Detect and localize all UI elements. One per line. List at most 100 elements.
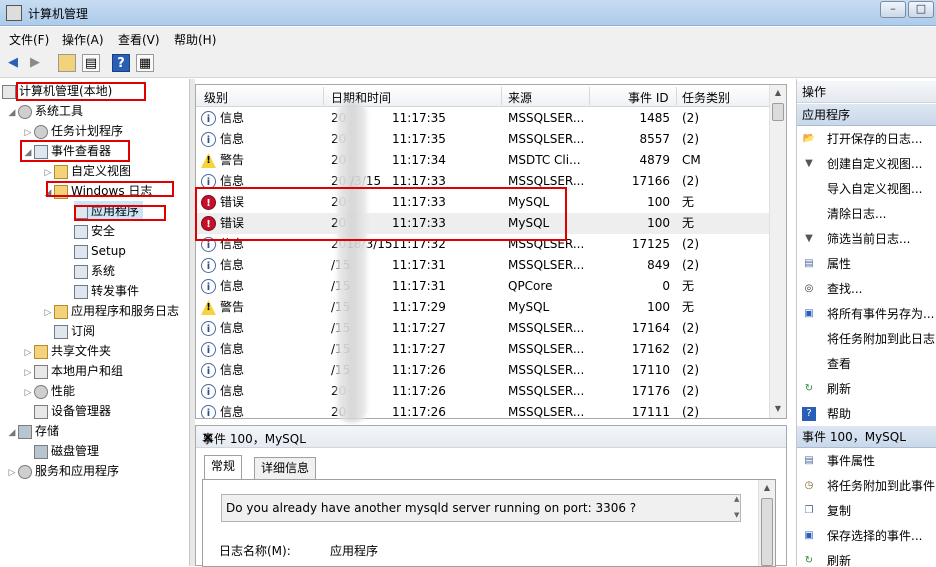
tree-item-system-tools[interactable]: ◢ 系统工具 [6, 101, 83, 121]
event-source: MSSQLSER... [508, 363, 585, 377]
action-item[interactable]: ▤ 属性 [797, 252, 936, 276]
expand-arrow-icon[interactable]: ▷ [6, 463, 18, 483]
scroll-thumb[interactable] [761, 498, 773, 566]
action-item[interactable]: ◎ 查找... [797, 277, 936, 301]
collapse-arrow-icon[interactable]: ◢ [6, 103, 18, 123]
event-source: MySQL [508, 300, 550, 314]
event-id: 8557 [639, 132, 670, 146]
column-level[interactable]: 级别 [204, 89, 228, 106]
column-task-category[interactable]: 任务类别 [682, 89, 730, 106]
detail-header: 事件 100，MySQL × [196, 426, 786, 448]
expand-arrow-icon[interactable]: ▷ [22, 343, 34, 363]
forward-icon[interactable]: ▶ [26, 54, 44, 72]
folder-icon [54, 164, 68, 179]
menu-help[interactable]: 帮助(H) [174, 31, 216, 48]
event-row[interactable]: i信息/1511:17:27MSSQLSER...17162(2) [196, 339, 771, 360]
tab-general[interactable]: 常规 [204, 455, 243, 479]
action-item[interactable]: 清除日志... [797, 202, 936, 226]
action-item[interactable]: ▣ 将所有事件另存为... [797, 302, 936, 326]
tree-item-task-scheduler[interactable]: ▷ 任务计划程序 [22, 121, 123, 141]
action-item[interactable]: 导入自定义视图... [797, 177, 936, 201]
tree-item-system[interactable]: 系统 [74, 261, 115, 281]
tree-item-local-users[interactable]: ▷ 本地用户和组 [22, 361, 123, 381]
action-item[interactable]: ◷ 将任务附加到此事件... [797, 474, 936, 498]
scroll-down-icon[interactable]: ▼ [770, 401, 786, 417]
action-item[interactable]: ▼ 筛选当前日志... [797, 227, 936, 251]
save-icon: ▣ [804, 530, 814, 541]
tree-item-app-service-logs[interactable]: ▷ 应用程序和服务日志 [42, 301, 179, 321]
refresh-icon: ↻ [804, 383, 814, 394]
tree-item-subscriptions[interactable]: 订阅 [54, 321, 95, 341]
tree-item-services-apps[interactable]: ▷ 服务和应用程序 [6, 461, 119, 481]
menu-file[interactable]: 文件(F) [9, 31, 49, 48]
actions-section-event[interactable]: 事件 100，MySQL [797, 426, 936, 448]
tree-item-setup[interactable]: Setup [74, 241, 126, 261]
event-message-box[interactable]: Do you already have another mysqld serve… [221, 494, 741, 522]
action-item[interactable]: 查看 [797, 352, 936, 376]
event-row[interactable]: i信息2011:17:35MSSQLSER...1485(2) [196, 108, 771, 129]
action-item[interactable]: ❐ 复制 [797, 499, 936, 523]
tree-item-security[interactable]: 安全 [74, 221, 115, 241]
detail-scrollbar[interactable]: ▲ [758, 480, 775, 566]
info-icon: i [201, 258, 216, 273]
tree-item-device-manager[interactable]: 设备管理器 [34, 401, 111, 421]
expand-arrow-icon[interactable]: ▷ [42, 163, 54, 183]
action-item[interactable]: ↻ 刷新 [797, 377, 936, 401]
event-row[interactable]: i信息2011:17:35MSSQLSER...8557(2) [196, 129, 771, 150]
message-scroll-up-icon[interactable]: ▲ [734, 495, 739, 503]
action-item[interactable]: 📂 打开保存的日志... [797, 127, 936, 151]
event-row[interactable]: i信息/1511:17:31QPCore0无 [196, 276, 771, 297]
scroll-up-icon[interactable]: ▲ [770, 85, 786, 101]
expand-arrow-icon[interactable]: ▷ [22, 363, 34, 383]
event-row[interactable]: i信息/1511:17:26MSSQLSER...17110(2) [196, 360, 771, 381]
expand-arrow-icon[interactable]: ▷ [22, 383, 34, 403]
event-row[interactable]: i信息/1511:17:27MSSQLSER...17164(2) [196, 318, 771, 339]
tree-item-disk-management[interactable]: 磁盘管理 [34, 441, 99, 461]
message-scroll-down-icon[interactable]: ▼ [734, 511, 739, 519]
show-hide-tree-icon[interactable]: ▤ [82, 54, 100, 72]
action-item[interactable]: ▼ 创建自定义视图... [797, 152, 936, 176]
help-icon[interactable]: ? [112, 54, 130, 72]
window-title: 计算机管理 [28, 7, 89, 21]
tab-details[interactable]: 详细信息 [254, 457, 317, 479]
expand-arrow-icon[interactable]: ▷ [42, 303, 54, 323]
event-list-scrollbar[interactable]: ▲ ▼ [769, 85, 786, 418]
actions-section-application[interactable]: 应用程序 [797, 104, 936, 126]
event-time: 11:17:26 [392, 363, 446, 377]
event-row[interactable]: i信息2011:17:26MSSQLSER...17111(2) [196, 402, 771, 419]
event-task-category: (2) [682, 174, 699, 188]
minimize-button[interactable]: – [880, 1, 906, 18]
save-icon: ▣ [804, 308, 814, 319]
scroll-thumb[interactable] [772, 103, 784, 121]
tree-item-storage[interactable]: ◢ 存储 [6, 421, 59, 441]
action-item[interactable]: ▤ 事件属性 [797, 449, 936, 473]
up-folder-icon[interactable] [58, 54, 76, 72]
column-source[interactable]: 来源 [508, 89, 532, 106]
event-row[interactable]: !警告2011:17:34MSDTC Cli...4879CM [196, 150, 771, 171]
scroll-up-icon[interactable]: ▲ [759, 480, 775, 496]
action-label: 刷新 [827, 554, 852, 566]
collapse-arrow-icon[interactable]: ◢ [6, 423, 18, 443]
show-hide-action-icon[interactable]: ▦ [136, 54, 154, 72]
close-icon[interactable]: × [202, 430, 776, 446]
highlight-box [74, 205, 166, 221]
tree-item-forwarded-events[interactable]: 转发事件 [74, 281, 139, 301]
tree-item-custom-views[interactable]: ▷ 自定义视图 [42, 161, 131, 181]
maximize-button[interactable]: □ [908, 1, 934, 18]
tree-item-performance[interactable]: ▷ 性能 [22, 381, 75, 401]
event-row[interactable]: !警告/1511:17:29MySQL100无 [196, 297, 771, 318]
event-level: 信息 [220, 405, 245, 419]
action-item[interactable]: ▣ 保存选择的事件... [797, 524, 936, 548]
menu-action[interactable]: 操作(A) [62, 31, 104, 48]
back-icon[interactable]: ◀ [4, 54, 22, 72]
event-row[interactable]: i信息/1511:17:31MSSQLSER...849(2) [196, 255, 771, 276]
event-task-category: (2) [682, 111, 699, 125]
action-item[interactable]: ↻ 刷新 [797, 549, 936, 566]
event-task-category: (2) [682, 384, 699, 398]
action-item[interactable]: ? 帮助 [797, 402, 936, 426]
event-row[interactable]: i信息2011:17:26MSSQLSER...17176(2) [196, 381, 771, 402]
tree-item-shared-folders[interactable]: ▷ 共享文件夹 [22, 341, 111, 361]
menu-view[interactable]: 查看(V) [118, 31, 160, 48]
column-event-id[interactable]: 事件 ID [628, 89, 669, 106]
action-item[interactable]: 将任务附加到此日志... [797, 327, 936, 351]
